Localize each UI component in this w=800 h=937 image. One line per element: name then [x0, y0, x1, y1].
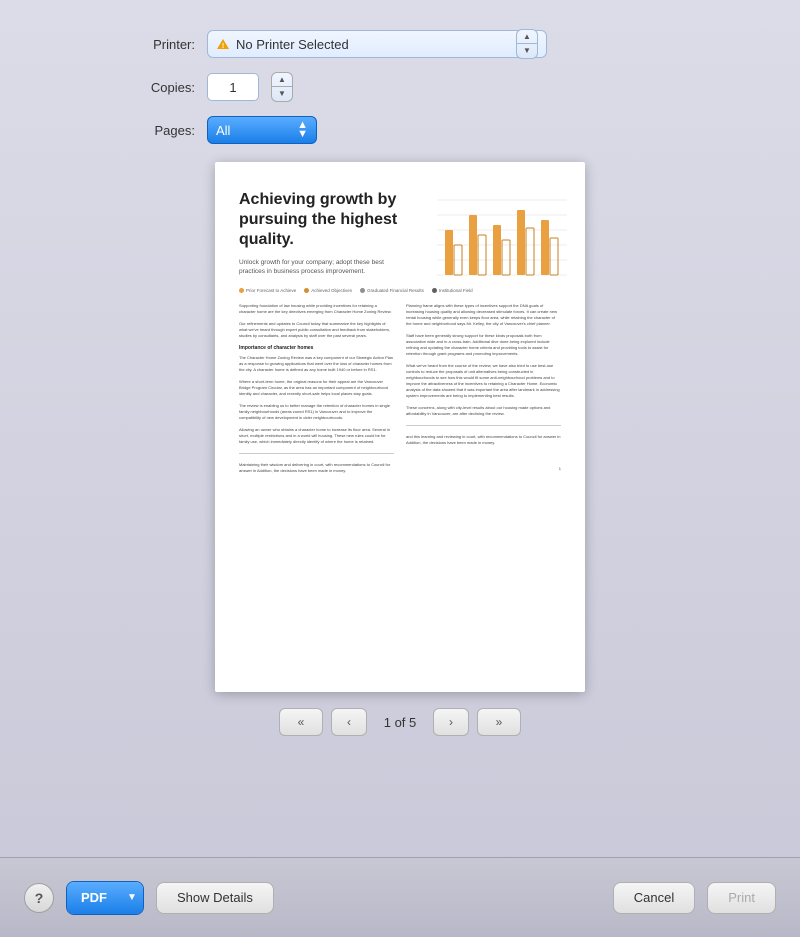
legend-label-3: Graduated Financial Results [367, 288, 424, 293]
pdf-main-button[interactable]: PDF [67, 882, 121, 914]
print-button[interactable]: Print [707, 882, 776, 914]
svg-text:!: ! [222, 43, 224, 50]
para-footer-1: Maintaining their wisdom and delivering … [239, 462, 394, 474]
copies-down-button[interactable]: ▼ [272, 87, 292, 101]
printer-select-inner: ! No Printer Selected [216, 37, 516, 52]
first-page-button[interactable]: « [279, 708, 323, 736]
help-button[interactable]: ? [24, 883, 54, 913]
pages-chevron-icon: ▲ ▼ [297, 121, 308, 139]
para-3: The Character Home Zoning Review was a k… [239, 355, 394, 373]
legend-dot-1 [239, 288, 244, 293]
legend-item-3: Graduated Financial Results [360, 288, 424, 293]
para-5: The review is enabling us to better mana… [239, 403, 394, 421]
pages-dropdown[interactable]: All ▲ ▼ [207, 116, 317, 144]
copies-row: Copies: ▲ ▼ [120, 72, 680, 102]
printer-dropdown[interactable]: ! No Printer Selected ▲ ▼ [207, 30, 547, 58]
section-title-1: Importance of character homes [239, 345, 394, 351]
doc-title: Achieving growth by pursuing the highest… [239, 190, 409, 250]
chart-svg [437, 190, 567, 280]
pages-label: Pages: [120, 123, 195, 138]
printer-label: Printer: [120, 37, 195, 52]
last-page-button[interactable]: » [477, 708, 521, 736]
para-2: Our refinements and updates to Council t… [239, 321, 394, 339]
para-4: Where a short-term home, the original re… [239, 379, 394, 397]
copies-input[interactable] [207, 73, 259, 101]
para-r-4: These concerns, along with city-level re… [406, 405, 561, 417]
next-page-button[interactable]: › [433, 708, 469, 736]
legend-item-2: Achieved Objectives [304, 288, 352, 293]
cancel-button[interactable]: Cancel [613, 882, 695, 914]
legend-dot-2 [304, 288, 309, 293]
page-indicator: 1 of 5 [375, 715, 425, 730]
printer-row: Printer: ! No Printer Selected ▲ ▼ [120, 30, 680, 58]
doc-content: Achieving growth by pursuing the highest… [215, 162, 585, 692]
show-details-button[interactable]: Show Details [156, 882, 274, 914]
legend-label-2: Achieved Objectives [311, 288, 352, 293]
page-number: 1 [406, 466, 561, 472]
legend-label-1: Prior Forecast to Achieve [246, 288, 296, 293]
divider-1 [239, 453, 394, 454]
legend-label-4: Institutional Field [439, 288, 473, 293]
doc-column-left: Supporting foundation of law housing whi… [239, 303, 394, 480]
legend-dot-4 [432, 288, 437, 293]
pages-value: All [216, 123, 297, 138]
para-6: Allowing an owner who obtains a characte… [239, 427, 394, 445]
copies-label: Copies: [120, 80, 195, 95]
legend-dot-3 [360, 288, 365, 293]
pages-row: Pages: All ▲ ▼ [120, 116, 680, 144]
pdf-arrow-button[interactable]: ▼ [121, 882, 143, 914]
bottom-toolbar: ? PDF ▼ Show Details Cancel Print [0, 857, 800, 937]
legend-item-4: Institutional Field [432, 288, 473, 293]
divider-2 [406, 425, 561, 426]
form-area: Printer: ! No Printer Selected ▲ ▼ [60, 30, 740, 144]
copies-up-button[interactable]: ▲ [272, 73, 292, 87]
pdf-button-group: PDF ▼ [66, 881, 144, 915]
warning-icon: ! [216, 38, 230, 50]
prev-page-button[interactable]: ‹ [331, 708, 367, 736]
para-1: Supporting foundation of law housing whi… [239, 303, 394, 315]
para-r-1: Planning frame aligns with these types o… [406, 303, 561, 327]
chart-area [437, 190, 567, 280]
print-dialog: Printer: ! No Printer Selected ▲ ▼ [0, 0, 800, 937]
printer-stepper[interactable]: ▲ ▼ [516, 29, 538, 59]
para-r-3: What we've heard from the course of the … [406, 363, 561, 399]
doc-column-right: Planning frame aligns with these types o… [406, 303, 561, 480]
copies-stepper[interactable]: ▲ ▼ [271, 72, 293, 102]
page-navigation: « ‹ 1 of 5 › » [279, 708, 521, 736]
para-r-footer: and this learning and reviewing in court… [406, 434, 561, 446]
printer-value: No Printer Selected [236, 37, 349, 52]
doc-legend: Prior Forecast to Achieve Achieved Objec… [239, 288, 561, 293]
printer-down-button[interactable]: ▼ [517, 44, 537, 58]
document-preview: Achieving growth by pursuing the highest… [215, 162, 585, 692]
doc-subtitle: Unlock growth for your company; adopt th… [239, 258, 409, 276]
doc-body-columns: Supporting foundation of law housing whi… [239, 303, 561, 480]
printer-up-button[interactable]: ▲ [517, 30, 537, 44]
para-r-2: Staff have been generally strong support… [406, 333, 561, 357]
legend-item-1: Prior Forecast to Achieve [239, 288, 296, 293]
